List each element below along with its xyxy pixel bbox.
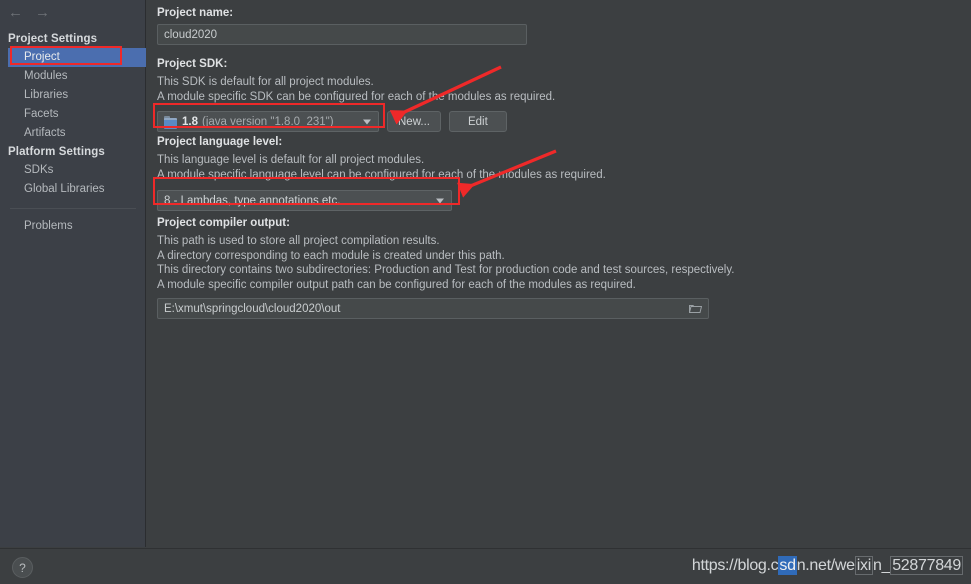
watermark-box-2: 52877849 [890,556,963,575]
folder-icon [164,116,177,129]
sidebar-group-project-settings: Project Settings [8,33,98,45]
sidebar-item-sdks[interactable]: SDKs [0,161,146,180]
edit-sdk-button[interactable]: Edit [448,111,507,132]
watermark-text: https://blog.csdn.net/we ixi n_ 52877849 [691,556,963,575]
sidebar-item-libraries[interactable]: Libraries [0,86,146,105]
project-name-input[interactable]: cloud2020 [157,24,527,45]
compiler-output-desc-line3: This directory contains two subdirectori… [157,264,735,276]
compiler-output-section: Project compiler output: This path is us… [157,216,734,319]
watermark-part-3: n_ [873,557,891,574]
compiler-output-desc-line4: A module specific compiler output path c… [157,278,636,291]
help-button[interactable]: ? [12,557,33,578]
new-sdk-button[interactable]: New... [387,111,441,132]
settings-sidebar: ← → Project Settings Project Modules Lib… [0,0,146,547]
sidebar-item-facets[interactable]: Facets [0,105,146,124]
sidebar-group-platform-settings: Platform Settings [8,146,105,158]
sidebar-item-problems[interactable]: Problems [0,217,146,236]
watermark-box-1: ixi [854,556,873,575]
compiler-output-desc-line1: This path is used to store all project c… [157,235,440,247]
chevron-down-icon [363,119,371,124]
language-level-label: Project language level: [157,136,283,148]
project-sdk-label: Project SDK: [157,58,228,70]
compiler-output-path-input[interactable]: E:\xmut\springcloud\cloud2020\out [157,298,709,319]
arrow-left-icon[interactable]: ← [8,5,23,20]
sidebar-item-modules[interactable]: Modules [0,67,146,86]
compiler-output-path-value: E:\xmut\springcloud\cloud2020\out [164,302,341,315]
project-sdk-desc-line1: This SDK is default for all project modu… [157,76,374,88]
project-structure-dialog: ← → Project Settings Project Modules Lib… [0,0,971,584]
watermark-highlight: sd [778,556,797,575]
project-sdk-dropdown[interactable]: 1.8 (java version "1.8.0_231") [157,111,379,132]
project-sdk-version: 1.8 [182,115,198,128]
language-level-desc-line2: A module specific language level can be … [157,168,606,181]
language-level-section: Project language level: This language le… [157,135,606,211]
project-name-section: Project name: cloud2020 [157,6,527,45]
watermark-part-1: https://blog.c [691,557,779,574]
sidebar-list: Project Settings Project Modules Librari… [0,30,146,236]
watermark-part-2: n.net/we [796,557,855,574]
sidebar-item-global-libraries[interactable]: Global Libraries [0,180,146,199]
language-level-value: 8 - Lambdas, type annotations etc. [164,194,341,207]
nav-arrows: ← → [8,3,68,21]
chevron-down-icon [436,198,444,203]
language-level-dropdown[interactable]: 8 - Lambdas, type annotations etc. [157,190,452,211]
sidebar-item-project[interactable]: Project [8,48,146,67]
compiler-output-desc-line2: A directory corresponding to each module… [157,249,505,262]
sidebar-divider [10,208,136,209]
project-sdk-section: Project SDK: This SDK is default for all… [157,57,555,132]
arrow-right-icon[interactable]: → [35,5,50,20]
project-sdk-controls-row: 1.8 (java version "1.8.0_231") New... Ed… [157,111,555,132]
project-sdk-detail: (java version "1.8.0_231") [202,115,334,128]
sidebar-item-artifacts[interactable]: Artifacts [0,124,146,143]
project-name-label: Project name: [157,7,234,19]
language-level-desc-line1: This language level is default for all p… [157,154,425,166]
project-sdk-desc-line2: A module specific SDK can be configured … [157,90,556,103]
browse-folder-icon[interactable] [689,304,702,314]
compiler-output-label: Project compiler output: [157,217,290,229]
